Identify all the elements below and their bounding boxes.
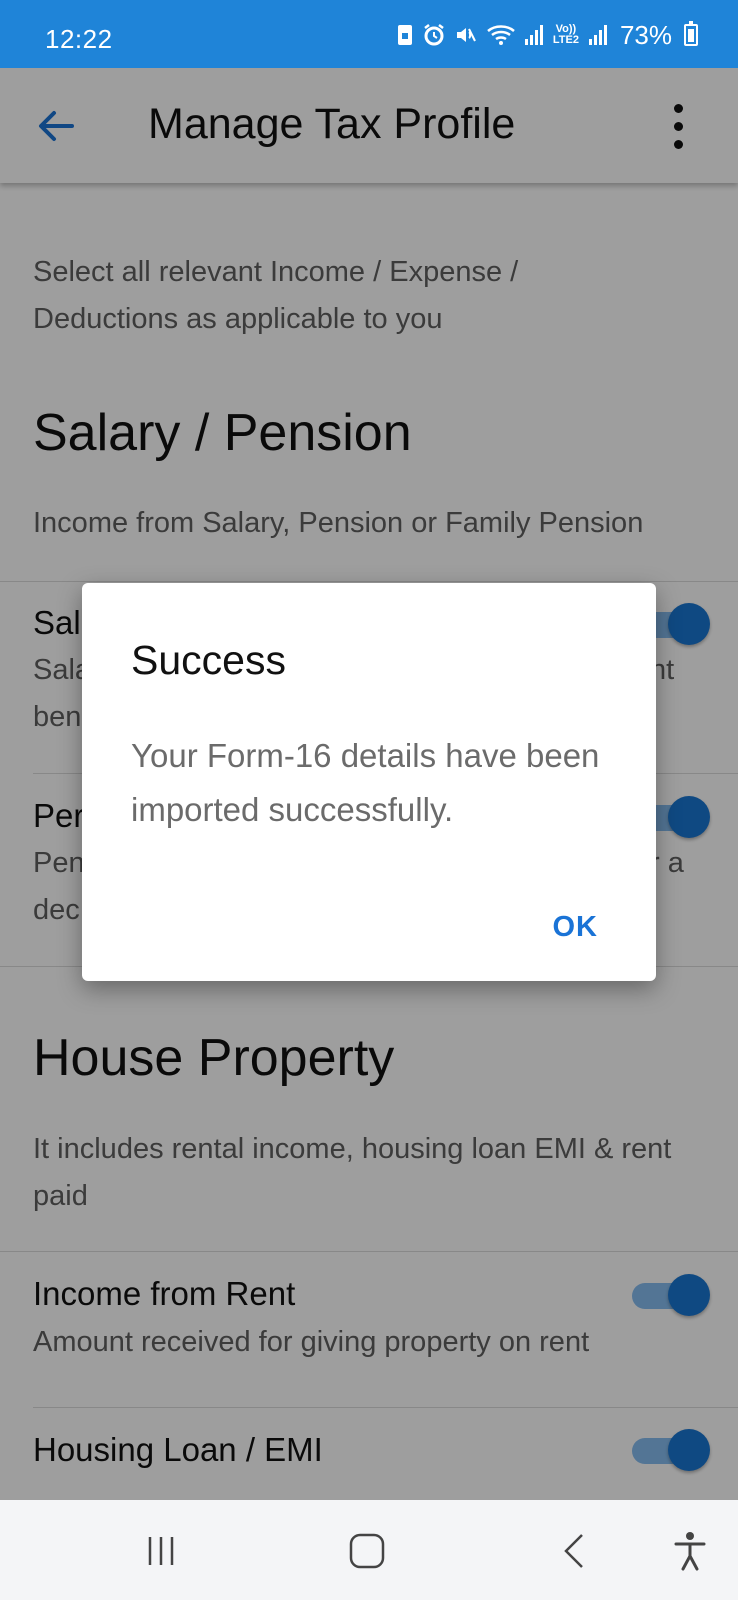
status-time: 12:22	[45, 24, 113, 54]
signal-icon-2	[588, 24, 608, 46]
sim-lock-icon	[396, 24, 414, 46]
app-screen: Manage Tax Profile Select all relevant I…	[0, 68, 738, 1500]
signal-icon	[524, 24, 544, 46]
recent-apps-icon[interactable]	[136, 1526, 186, 1576]
ok-button[interactable]: OK	[553, 911, 599, 944]
battery-icon	[684, 21, 698, 46]
battery-percent: 73%	[619, 19, 672, 50]
accessibility-icon[interactable]	[665, 1526, 715, 1576]
back-icon[interactable]	[550, 1526, 600, 1576]
mute-icon	[454, 23, 478, 47]
volte-lte2-icon: Vo)) LTE2	[552, 24, 580, 46]
dialog-title: Success	[131, 637, 286, 683]
alarm-icon	[422, 23, 446, 47]
status-bar: 12:22 Vo)) LTE2 73%	[0, 0, 738, 68]
status-icons: Vo)) LTE2 73%	[396, 20, 698, 50]
system-nav-bar	[0, 1500, 738, 1600]
volte-label: Vo)) LTE2	[552, 23, 579, 46]
home-icon[interactable]	[342, 1526, 392, 1576]
wifi-icon	[486, 23, 516, 47]
success-dialog: Success Your Form-16 details have been i…	[82, 583, 656, 981]
dialog-message: Your Form-16 details have been imported …	[131, 737, 600, 828]
